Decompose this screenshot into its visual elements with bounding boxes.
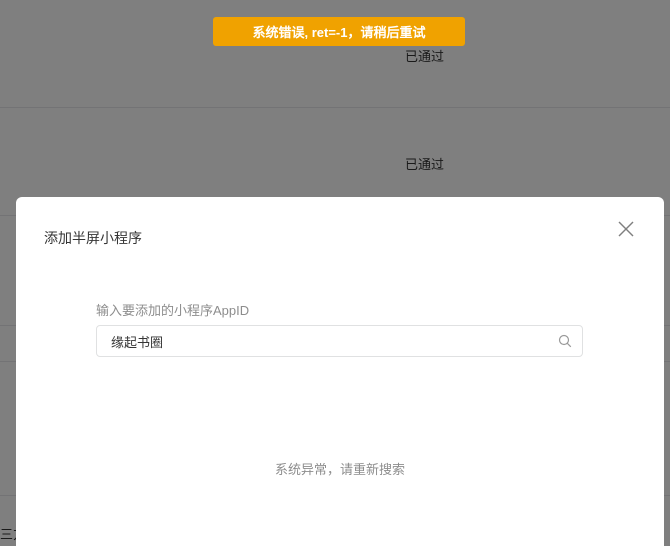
add-mini-program-dialog: 添加半屏小程序 输入要添加的小程序AppID 系统异常，请重新搜索 <box>16 197 664 546</box>
close-button[interactable] <box>614 217 638 241</box>
error-toast: 系统错误, ret=-1，请稍后重试 <box>213 17 465 46</box>
dialog-title: 添加半屏小程序 <box>44 230 142 246</box>
search-input[interactable] <box>111 326 541 356</box>
search-icon[interactable] <box>558 334 572 348</box>
close-icon[interactable] <box>614 217 638 241</box>
page: 已通过 已通过 三方 系统错误, ret=-1，请稍后重试 添加半屏小程序 输入… <box>0 0 670 546</box>
toast-message: 系统错误, ret=-1，请稍后重试 <box>252 25 426 40</box>
search-result-message: 系统异常，请重新搜索 <box>274 462 405 477</box>
appid-label: 输入要添加的小程序AppID <box>96 303 250 318</box>
search-box[interactable] <box>96 325 583 357</box>
